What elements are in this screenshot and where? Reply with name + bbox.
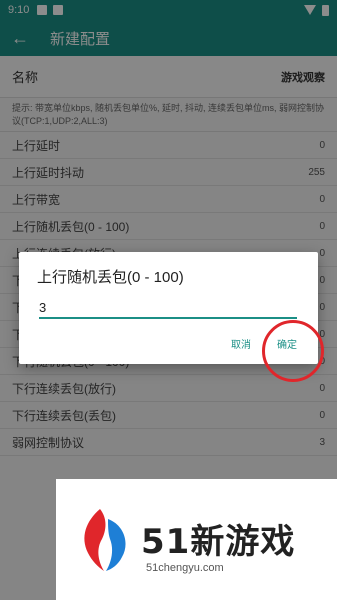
brand-url: 51chengyu.com <box>146 562 224 574</box>
dialog-value-input[interactable] <box>39 297 297 319</box>
brand-logo-icon <box>84 509 126 571</box>
watermark-banner: 51新游戏 51chengyu.com <box>56 479 337 600</box>
dialog-title: 上行随机丢包(0 - 100) <box>37 269 184 286</box>
annotation-circle <box>262 320 324 382</box>
brand-name: 51新游戏 <box>141 522 296 562</box>
cancel-button[interactable]: 取消 <box>231 336 251 351</box>
